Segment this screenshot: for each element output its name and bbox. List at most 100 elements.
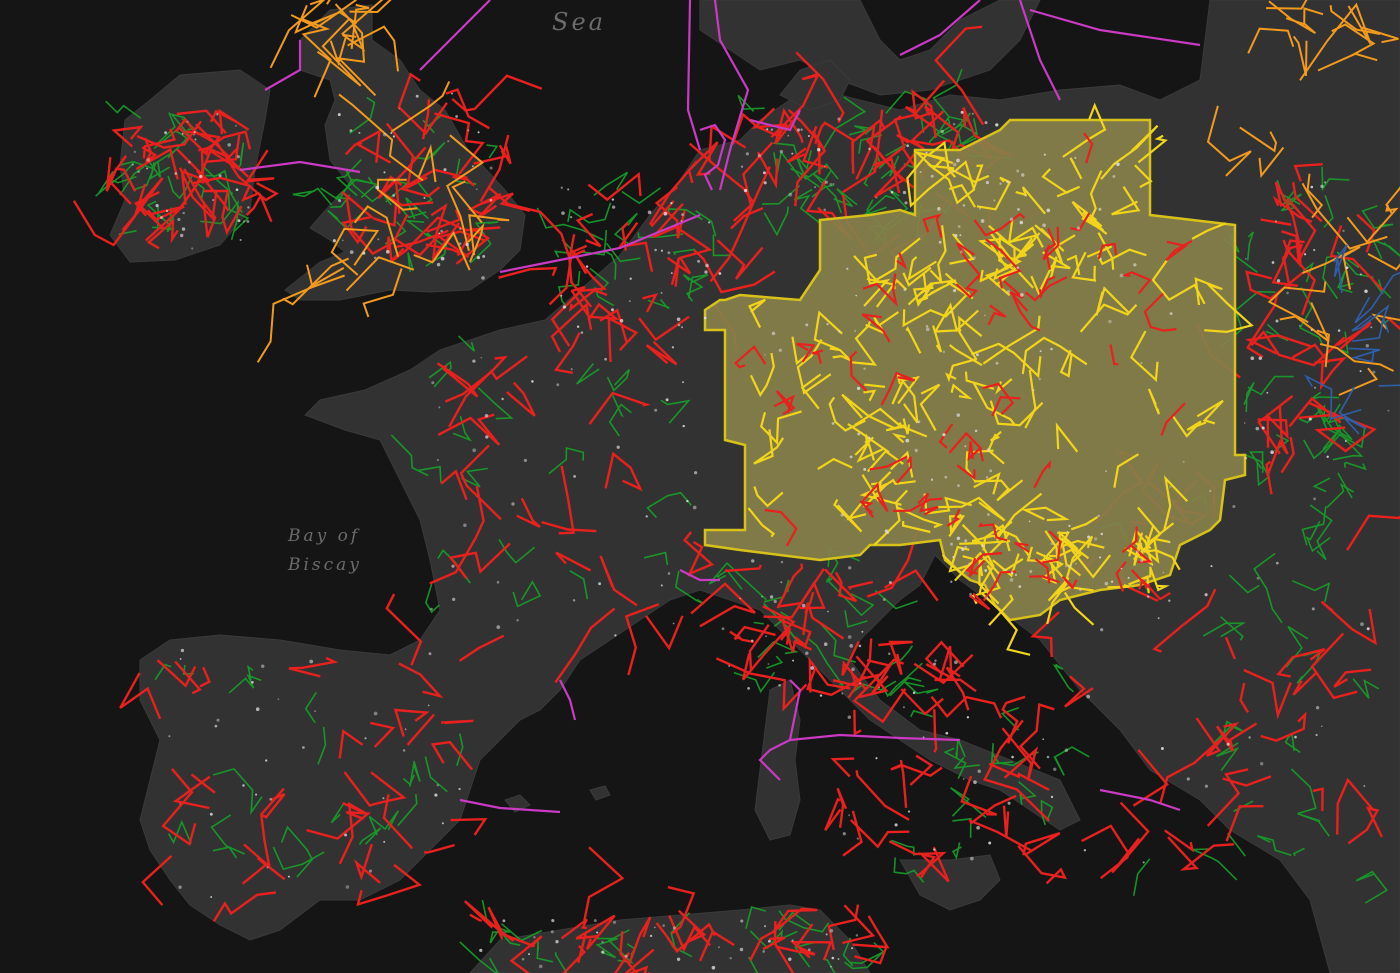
substation-dot (792, 659, 795, 662)
substation-dot (423, 196, 426, 199)
substation-dot (949, 310, 952, 314)
substation-dot (155, 204, 159, 208)
substation-dot (489, 198, 493, 202)
substation-dot (999, 182, 1002, 185)
substation-dot (392, 194, 396, 197)
substation-dot (1275, 319, 1279, 323)
substation-dot (612, 920, 617, 924)
substation-dot (251, 680, 254, 684)
substation-dot (1326, 455, 1329, 459)
substation-dot (848, 566, 852, 570)
substation-dot (528, 953, 530, 956)
map-canvas[interactable] (0, 0, 1400, 973)
substation-dot (598, 582, 602, 586)
substation-dot (762, 171, 766, 175)
substation-dot (199, 174, 203, 179)
substation-dot (791, 939, 794, 942)
substation-dot (1266, 391, 1269, 394)
substation-dot (837, 958, 840, 960)
substation-dot (751, 559, 755, 563)
substation-dot (1313, 248, 1316, 252)
substation-dot (1204, 784, 1208, 788)
substation-dot (572, 599, 576, 602)
substation-dot (956, 158, 960, 163)
substation-dot (1271, 261, 1275, 264)
substation-dot (1079, 588, 1082, 592)
substation-dot (933, 662, 937, 666)
substation-dot (1372, 370, 1376, 374)
sea-label: Sea (552, 8, 606, 36)
substation-dot (962, 778, 965, 780)
substation-dot (1066, 530, 1069, 533)
substation-dot (392, 135, 396, 138)
substation-dot (560, 294, 563, 297)
substation-dot (988, 841, 992, 845)
substation-dot (218, 174, 222, 178)
substation-dot (681, 326, 684, 329)
substation-dot (771, 331, 776, 336)
substation-dot (842, 832, 846, 836)
substation-dot (694, 471, 698, 475)
substation-dot (773, 599, 777, 604)
substation-dot (1168, 599, 1171, 602)
substation-dot (1160, 747, 1164, 750)
substation-dot (1017, 207, 1020, 211)
substation-dot (1006, 180, 1010, 184)
substation-dot (562, 305, 567, 309)
substation-dot (1342, 229, 1345, 233)
substation-dot (1029, 570, 1033, 573)
substation-dot (739, 947, 744, 952)
substation-dot (788, 957, 792, 961)
substation-dot (995, 361, 999, 365)
substation-dot (1009, 217, 1014, 222)
substation-dot (1108, 319, 1112, 324)
substation-dot (452, 597, 456, 602)
substation-dot (1275, 561, 1279, 565)
substation-dot (1043, 153, 1046, 156)
substation-dot (472, 359, 476, 363)
substation-dot (247, 206, 250, 209)
substation-dot (377, 238, 380, 241)
substation-dot (227, 143, 231, 147)
substation-dot (1105, 470, 1108, 473)
substation-dot (952, 170, 955, 173)
substation-dot (829, 929, 834, 933)
substation-dot (841, 692, 844, 695)
substation-dot (667, 572, 671, 575)
substation-dot (878, 686, 881, 689)
substation-dot (1162, 571, 1165, 574)
substation-dot (193, 131, 196, 134)
substation-dot (277, 698, 280, 700)
substation-dot (855, 294, 858, 297)
substation-dot (984, 569, 988, 572)
substation-dot (415, 94, 419, 98)
substation-dot (178, 885, 182, 889)
substation-dot (1169, 312, 1173, 316)
substation-dot (1370, 326, 1373, 329)
substation-dot (902, 706, 905, 709)
substation-dot (398, 107, 401, 110)
substation-dot (458, 242, 462, 245)
substation-dot (832, 183, 835, 185)
substation-dot (765, 635, 767, 638)
substation-dot (763, 181, 767, 185)
substation-dot (1104, 581, 1109, 586)
substation-dot (986, 513, 990, 517)
substation-dot (266, 866, 269, 869)
substation-dot (855, 934, 859, 937)
substation-dot (692, 505, 697, 510)
substation-dot (904, 201, 908, 205)
substation-dot (168, 735, 171, 738)
substation-dot (654, 248, 657, 252)
substation-dot (801, 603, 806, 608)
substation-dot (1021, 173, 1025, 177)
substation-dot (875, 757, 878, 760)
substation-dot (1182, 460, 1185, 463)
substation-dot (561, 211, 565, 215)
substation-dot (985, 596, 988, 600)
substation-dot (672, 926, 676, 930)
substation-dot (146, 158, 151, 162)
substation-dot (925, 327, 930, 332)
substation-dot (819, 694, 823, 697)
substation-dot (255, 707, 260, 711)
